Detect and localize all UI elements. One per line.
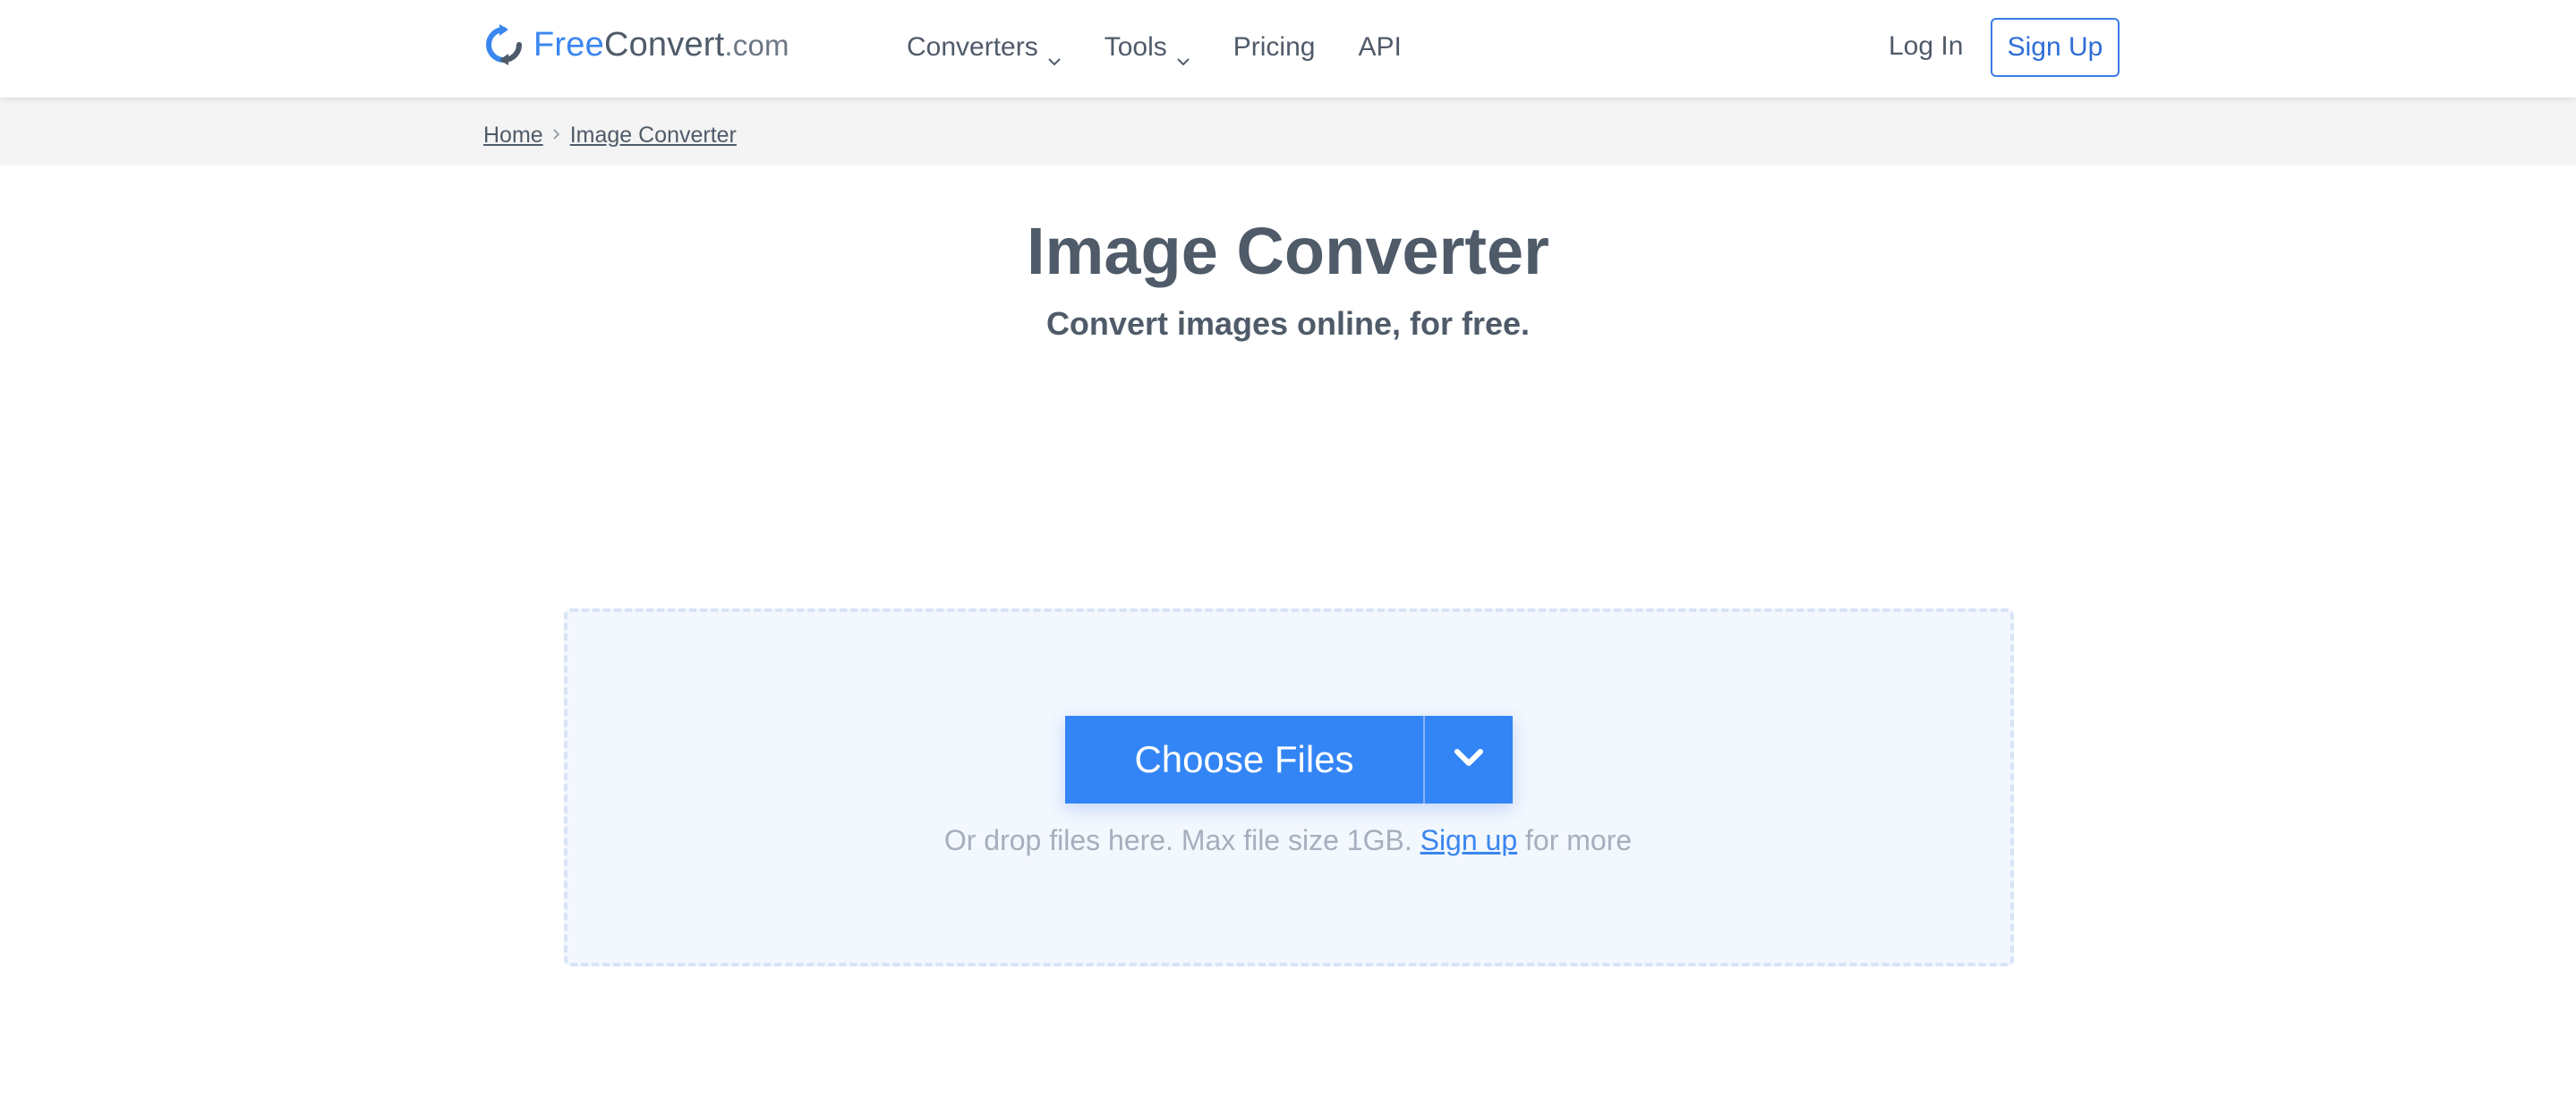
breadcrumb-current-link[interactable]: Image Converter (570, 123, 737, 149)
choose-files-group: Choose Files (1065, 716, 1513, 804)
logo-free-text: Free (533, 25, 604, 64)
nav-api[interactable]: API (1358, 32, 1401, 63)
logo-text: FreeConvert.com (533, 26, 789, 64)
login-link[interactable]: Log In (1889, 27, 1963, 66)
nav-converters[interactable]: Converters (907, 32, 1062, 66)
chevron-right-icon (552, 125, 561, 146)
nav-converters-label: Converters (907, 32, 1038, 62)
logo-convert-text: Convert (603, 25, 725, 64)
drop-hint-prefix: Or drop files here. Max file size 1GB. (943, 824, 1412, 856)
drop-hint: Or drop files here. Max file size 1GB. S… (0, 821, 2576, 860)
chevron-down-icon (1453, 747, 1485, 773)
chevron-down-icon (1047, 43, 1062, 66)
refresh-arrows-icon (483, 22, 525, 67)
breadcrumb-home-link[interactable]: Home (483, 123, 543, 149)
page-subtitle: Convert images online, for free. (1045, 305, 1531, 342)
nav-api-label: API (1358, 32, 1402, 62)
chevron-down-icon (1176, 43, 1190, 66)
signup-button[interactable]: Sign Up (1991, 18, 2120, 77)
main-nav: Converters Tools Pricing API (907, 25, 1445, 70)
source-dropdown-button[interactable] (1425, 716, 1513, 804)
drop-hint-signup-link[interactable]: Sign up (1420, 824, 1518, 856)
choose-files-button[interactable]: Choose Files (1065, 716, 1423, 804)
nav-tools[interactable]: Tools (1104, 32, 1190, 66)
page-title: Image Converter (1027, 214, 1549, 288)
top-header: FreeConvert.com Converters Tools Pricing… (0, 0, 2576, 98)
breadcrumb: Home Image Converter (483, 123, 737, 149)
logo-domain-text: .com (724, 28, 789, 62)
nav-tools-label: Tools (1104, 32, 1167, 62)
breadcrumb-bar: Home Image Converter (0, 98, 2576, 166)
drop-hint-suffix: for more (1525, 824, 1633, 856)
site-logo[interactable]: FreeConvert.com (483, 20, 789, 70)
nav-pricing[interactable]: Pricing (1233, 32, 1316, 63)
nav-pricing-label: Pricing (1233, 32, 1316, 62)
